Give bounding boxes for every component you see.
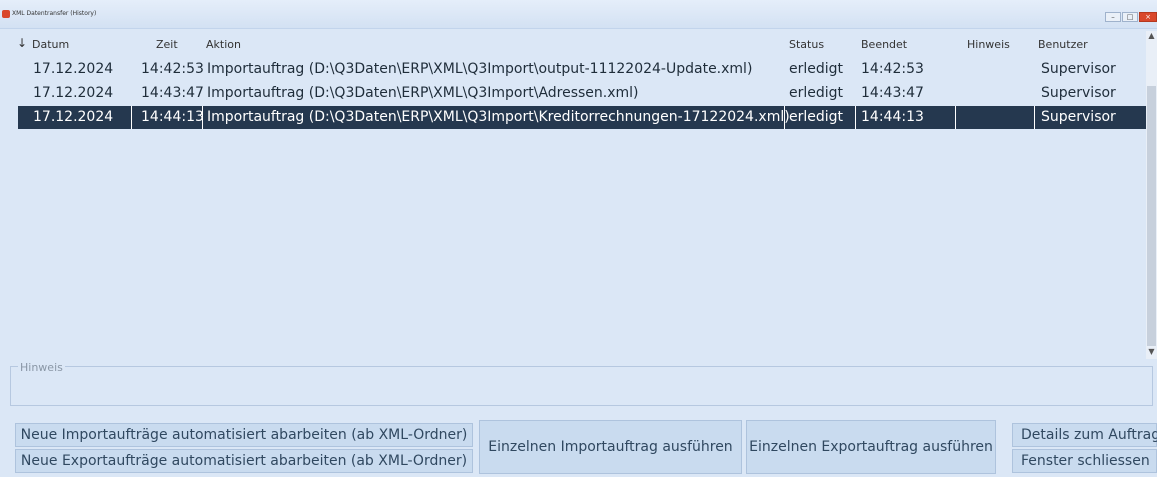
scrollbar-thumb[interactable] bbox=[1147, 86, 1156, 346]
cell-status: erledigt bbox=[789, 109, 844, 125]
maximize-icon[interactable]: □ bbox=[1122, 12, 1138, 22]
cell-benutzer: Supervisor bbox=[1041, 85, 1116, 101]
window-title: XML Datentransfer (History) bbox=[12, 10, 97, 17]
table-row[interactable]: 17.12.2024 14:42:53 Importauftrag (D:\Q3… bbox=[18, 58, 1148, 81]
close-icon[interactable]: × bbox=[1139, 12, 1157, 22]
einzelnen-importauftrag-button[interactable]: Einzelnen Importauftrag ausführen bbox=[479, 420, 742, 474]
scroll-down-icon[interactable]: ▼ bbox=[1147, 347, 1156, 356]
cell-datum: 17.12.2024 bbox=[33, 61, 114, 77]
app-logo-icon bbox=[2, 10, 10, 18]
scroll-up-icon[interactable]: ▲ bbox=[1147, 31, 1156, 40]
cell-aktion: Importauftrag (D:\Q3Daten\ERP\XML\Q3Impo… bbox=[207, 85, 639, 101]
cell-beendet: 14:44:13 bbox=[861, 109, 924, 125]
table-row[interactable]: 17.12.2024 14:43:47 Importauftrag (D:\Q3… bbox=[18, 82, 1148, 105]
col-header-hinweis[interactable]: Hinweis bbox=[967, 38, 1010, 51]
col-header-aktion[interactable]: Aktion bbox=[206, 38, 241, 51]
cell-benutzer: Supervisor bbox=[1041, 61, 1116, 77]
cell-status: erledigt bbox=[789, 85, 844, 101]
einzelnen-exportauftrag-button[interactable]: Einzelnen Exportauftrag ausführen bbox=[746, 420, 996, 474]
minimize-icon[interactable]: – bbox=[1105, 12, 1121, 22]
table-row-selected[interactable]: 17.12.2024 14:44:13 Importauftrag (D:\Q3… bbox=[18, 106, 1148, 129]
col-header-datum[interactable]: Datum bbox=[32, 38, 69, 51]
sort-arrow-icon[interactable]: ↓ bbox=[17, 36, 27, 50]
cell-beendet: 14:43:47 bbox=[861, 85, 924, 101]
title-bar: XML Datentransfer (History) – □ × bbox=[0, 0, 1157, 29]
fenster-schliessen-button[interactable]: Fenster schliessen bbox=[1012, 449, 1157, 473]
cell-zeit: 14:43:47 bbox=[141, 85, 204, 101]
cell-aktion: Importauftrag (D:\Q3Daten\ERP\XML\Q3Impo… bbox=[207, 109, 790, 125]
details-zum-auftrag-button[interactable]: Details zum Auftrag bbox=[1012, 423, 1157, 447]
cell-zeit: 14:42:53 bbox=[141, 61, 204, 77]
col-header-status[interactable]: Status bbox=[789, 38, 824, 51]
col-header-beendet[interactable]: Beendet bbox=[861, 38, 907, 51]
cell-aktion: Importauftrag (D:\Q3Daten\ERP\XML\Q3Impo… bbox=[207, 61, 753, 77]
cell-zeit: 14:44:13 bbox=[141, 109, 204, 125]
hinweis-field[interactable] bbox=[10, 366, 1153, 406]
col-header-benutzer[interactable]: Benutzer bbox=[1038, 38, 1088, 51]
table-vertical-scrollbar[interactable]: ▲ ▼ bbox=[1146, 31, 1157, 359]
xml-datentransfer-window: XML Datentransfer (History) – □ × ↓ Datu… bbox=[0, 0, 1157, 477]
cell-beendet: 14:42:53 bbox=[861, 61, 924, 77]
cell-datum: 17.12.2024 bbox=[33, 109, 114, 125]
neue-exportauftraege-button[interactable]: Neue Exportaufträge automatisiert abarbe… bbox=[15, 449, 473, 473]
history-table: ↓ Datum Zeit Aktion Status Beendet Hinwe… bbox=[10, 31, 1155, 359]
table-header: ↓ Datum Zeit Aktion Status Beendet Hinwe… bbox=[10, 34, 1155, 56]
hinweis-label: Hinweis bbox=[18, 361, 65, 374]
col-header-zeit[interactable]: Zeit bbox=[156, 38, 178, 51]
cell-benutzer: Supervisor bbox=[1041, 109, 1116, 125]
cell-datum: 17.12.2024 bbox=[33, 85, 114, 101]
neue-importauftraege-button[interactable]: Neue Importaufträge automatisiert abarbe… bbox=[15, 423, 473, 447]
cell-status: erledigt bbox=[789, 61, 844, 77]
